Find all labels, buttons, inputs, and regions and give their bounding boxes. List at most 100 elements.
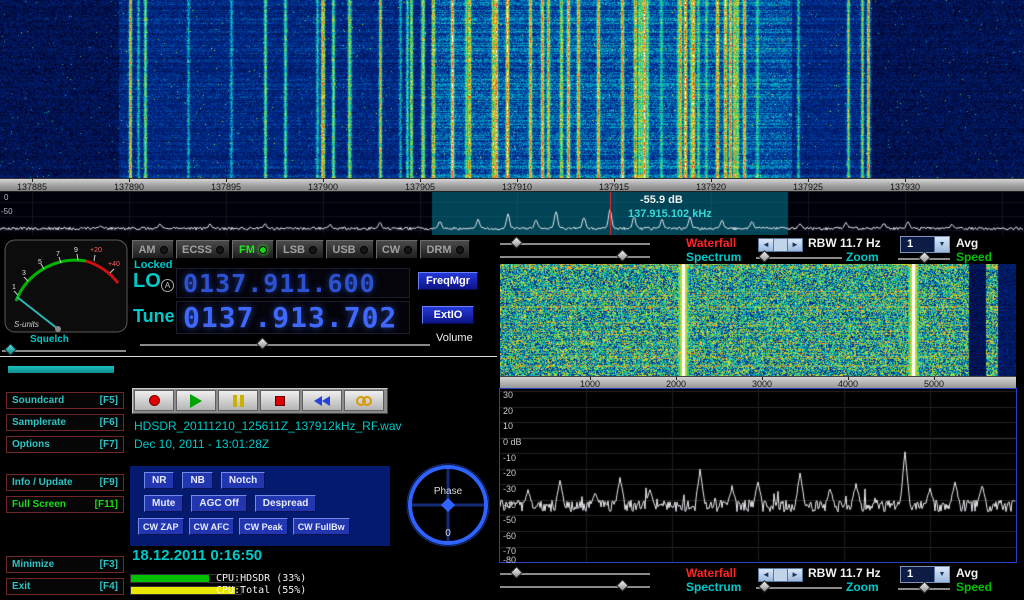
- extio-button[interactable]: ExtIO: [422, 306, 474, 324]
- despread-button[interactable]: Despread: [255, 495, 317, 512]
- cw-zap-button[interactable]: CW ZAP: [138, 518, 184, 535]
- main-frequency-scale[interactable]: 137885 137890 137895 137900 137905 13791…: [0, 178, 1024, 192]
- options-button[interactable]: Options [F7]: [6, 436, 124, 453]
- rewind-button[interactable]: [302, 390, 342, 411]
- button-label: Options: [12, 439, 50, 450]
- pause-button[interactable]: [218, 390, 258, 411]
- main-waterfall-display[interactable]: [0, 0, 1024, 178]
- squelch-label[interactable]: Squelch: [30, 334, 69, 345]
- shift-right-arrow-icon[interactable]: ►: [787, 568, 803, 582]
- play-button[interactable]: [176, 390, 216, 411]
- nr-button[interactable]: NR: [144, 472, 174, 489]
- waterfall-brightness-slider[interactable]: [500, 238, 650, 249]
- shift-left-arrow-icon[interactable]: ◄: [758, 568, 774, 582]
- squelch-slider-track: [2, 350, 126, 352]
- speed-slider[interactable]: [898, 253, 950, 264]
- lo-auto-badge[interactable]: A: [161, 279, 174, 292]
- shift-left-arrow-icon[interactable]: ◄: [758, 238, 774, 252]
- rewind-icon: [314, 396, 330, 406]
- zoom-slider[interactable]: [756, 582, 842, 593]
- lo-frequency-display[interactable]: 0137.911.600: [176, 268, 410, 298]
- agc-off-button[interactable]: AGC Off: [191, 495, 246, 512]
- frequency-tick: 137930: [890, 182, 920, 192]
- dsp-row: Mute AGC Off Despread: [144, 495, 390, 512]
- avg-dropdown[interactable]: 1 ▼: [900, 236, 950, 253]
- zoom-slider[interactable]: [756, 252, 842, 263]
- spectrum-contrast-slider[interactable]: [500, 581, 650, 592]
- audio-spectrum-display[interactable]: [500, 389, 1016, 562]
- waterfall-contrast-slider[interactable]: [500, 251, 650, 262]
- spectrum-toggle[interactable]: Spectrum: [686, 580, 741, 594]
- speed-slider[interactable]: [898, 583, 950, 594]
- recording-filename: HDSDR_20111210_125611Z_137912kHz_RF.wav: [134, 419, 402, 433]
- mute-button[interactable]: Mute: [144, 495, 183, 512]
- soundcard-button[interactable]: Soundcard[F5]: [6, 392, 124, 409]
- hdsdr-app: 137885 137890 137895 137900 137905 13791…: [0, 0, 1024, 600]
- playback-toolbar: [132, 388, 388, 414]
- slider-thumb[interactable]: [918, 581, 931, 594]
- slider-thumb[interactable]: [758, 250, 771, 263]
- local-datetime: 18.12.2011 0:16:50: [132, 547, 262, 564]
- avg-label: Avg: [956, 566, 978, 580]
- volume-slider[interactable]: [140, 339, 430, 350]
- record-button[interactable]: [134, 390, 174, 411]
- db-axis-label: -50: [503, 515, 516, 525]
- db-axis-label: 20: [503, 406, 513, 416]
- notch-button[interactable]: Notch: [221, 472, 265, 489]
- spectrum-toggle[interactable]: Spectrum: [686, 250, 741, 264]
- button-hotkey: [F6]: [100, 417, 118, 428]
- volume-slider-thumb[interactable]: [256, 337, 269, 350]
- frequency-tick: 137890: [114, 182, 144, 192]
- dropdown-arrow-icon[interactable]: ▼: [934, 567, 949, 582]
- rbw-readout: RBW 11.7 Hz: [808, 236, 881, 250]
- overview-spectrum-display[interactable]: [0, 192, 1024, 235]
- slider-thumb[interactable]: [616, 249, 629, 262]
- freqmgr-button[interactable]: FreqMgr: [418, 272, 478, 290]
- db-axis-label: 30: [503, 390, 513, 400]
- button-label: Samplerate: [12, 417, 66, 428]
- slider-thumb[interactable]: [758, 580, 771, 593]
- shift-right-arrow-icon[interactable]: ►: [787, 238, 803, 252]
- slider-thumb[interactable]: [616, 579, 629, 592]
- button-hotkey: [F7]: [100, 439, 118, 450]
- waterfall-toggle[interactable]: Waterfall: [686, 566, 736, 580]
- info-update-button[interactable]: Info / Update[F9]: [6, 474, 124, 491]
- audio-waterfall-display[interactable]: [500, 264, 1016, 376]
- volume-label: Volume: [436, 332, 473, 344]
- dsp-row: CW ZAP CW AFC CW Peak CW FullBw: [138, 518, 390, 535]
- shift-track[interactable]: [774, 238, 787, 252]
- db-axis-label: -60: [503, 531, 516, 541]
- zoom-label: Zoom: [846, 250, 879, 264]
- audio-spectrum-frame: [499, 388, 1017, 563]
- cw-peak-button[interactable]: CW Peak: [239, 518, 288, 535]
- s-meter-pivot: [55, 326, 61, 332]
- nb-button[interactable]: NB: [182, 472, 212, 489]
- slider-thumb[interactable]: [918, 251, 931, 264]
- db-axis-label: -80: [503, 555, 516, 565]
- stop-button[interactable]: [260, 390, 300, 411]
- shift-track[interactable]: [774, 568, 787, 582]
- display-controls-bottom: Waterfall Spectrum ◄ ► RBW 11.7 Hz Zoom …: [0, 566, 1024, 595]
- spectrum-brightness-slider[interactable]: [500, 568, 650, 579]
- tune-frequency-display[interactable]: 0137.913.702: [176, 301, 410, 334]
- squelch-slider[interactable]: [2, 345, 126, 356]
- db-axis-label: -40: [503, 500, 516, 510]
- phase-value: 0: [445, 528, 451, 539]
- button-label: Soundcard: [12, 395, 64, 406]
- avg-dropdown[interactable]: 1 ▼: [900, 566, 950, 583]
- cw-afc-button[interactable]: CW AFC: [189, 518, 235, 535]
- dropdown-arrow-icon[interactable]: ▼: [934, 237, 949, 252]
- button-label: Info / Update: [12, 477, 73, 488]
- waterfall-toggle[interactable]: Waterfall: [686, 236, 736, 250]
- frequency-tick: 137910: [502, 182, 532, 192]
- slider-thumb[interactable]: [510, 236, 523, 249]
- loop-button[interactable]: [344, 390, 384, 411]
- fullscreen-button[interactable]: Full Screen[F11]: [6, 496, 124, 513]
- squelch-slider-thumb[interactable]: [4, 343, 17, 356]
- cursor-db-readout: -55.9 dB: [640, 194, 683, 206]
- overview-spectrum-panel: 0 -50 -55.9 dB 137.915.102 kHz: [0, 192, 1024, 235]
- cw-fullbw-button[interactable]: CW FullBw: [293, 518, 350, 535]
- display-controls-top: Waterfall Spectrum ◄ ► RBW 11.7 Hz Zoom …: [0, 236, 1024, 265]
- slider-thumb[interactable]: [510, 566, 523, 579]
- samplerate-button[interactable]: Samplerate [F6]: [6, 414, 124, 431]
